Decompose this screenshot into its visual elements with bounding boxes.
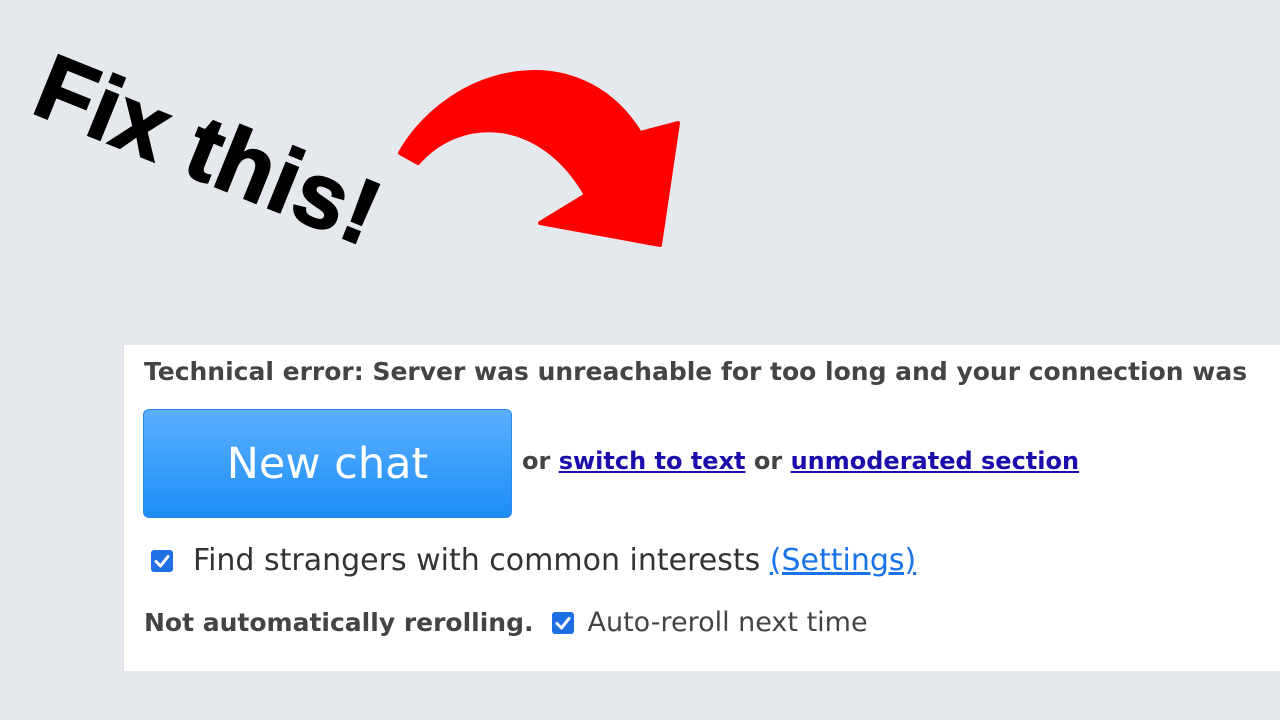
reroll-row: Not automatically rerolling. Auto-reroll…: [144, 607, 868, 638]
common-interests-option: Find strangers with common interests (Se…: [151, 543, 916, 578]
check-icon: [555, 616, 571, 629]
common-interests-label: Find strangers with common interests: [193, 543, 761, 578]
settings-link[interactable]: (Settings): [770, 543, 916, 578]
or-text: or: [753, 447, 783, 475]
new-chat-button[interactable]: New chat: [143, 409, 512, 518]
fix-this-headline: Fix this!: [21, 34, 397, 266]
switch-to-text-link[interactable]: switch to text: [559, 447, 746, 475]
unmoderated-section-link[interactable]: unmoderated section: [791, 447, 1080, 475]
red-arrow-icon: [398, 70, 680, 247]
auto-reroll-checkbox[interactable]: [551, 611, 574, 634]
chat-status-panel: Technical error: Server was unreachable …: [123, 345, 1280, 671]
reroll-status-text: Not automatically rerolling.: [144, 608, 534, 637]
thumbnail-stage: Fix this! Technical error: Server was un…: [0, 0, 1280, 720]
alternative-options: or switch to text or unmoderated section: [522, 447, 1079, 475]
or-text: or: [522, 447, 551, 475]
technical-error-message: Technical error: Server was unreachable …: [144, 357, 1248, 386]
check-icon: [154, 554, 170, 567]
common-interests-checkbox[interactable]: [151, 549, 173, 572]
auto-reroll-label: Auto-reroll next time: [587, 607, 868, 638]
